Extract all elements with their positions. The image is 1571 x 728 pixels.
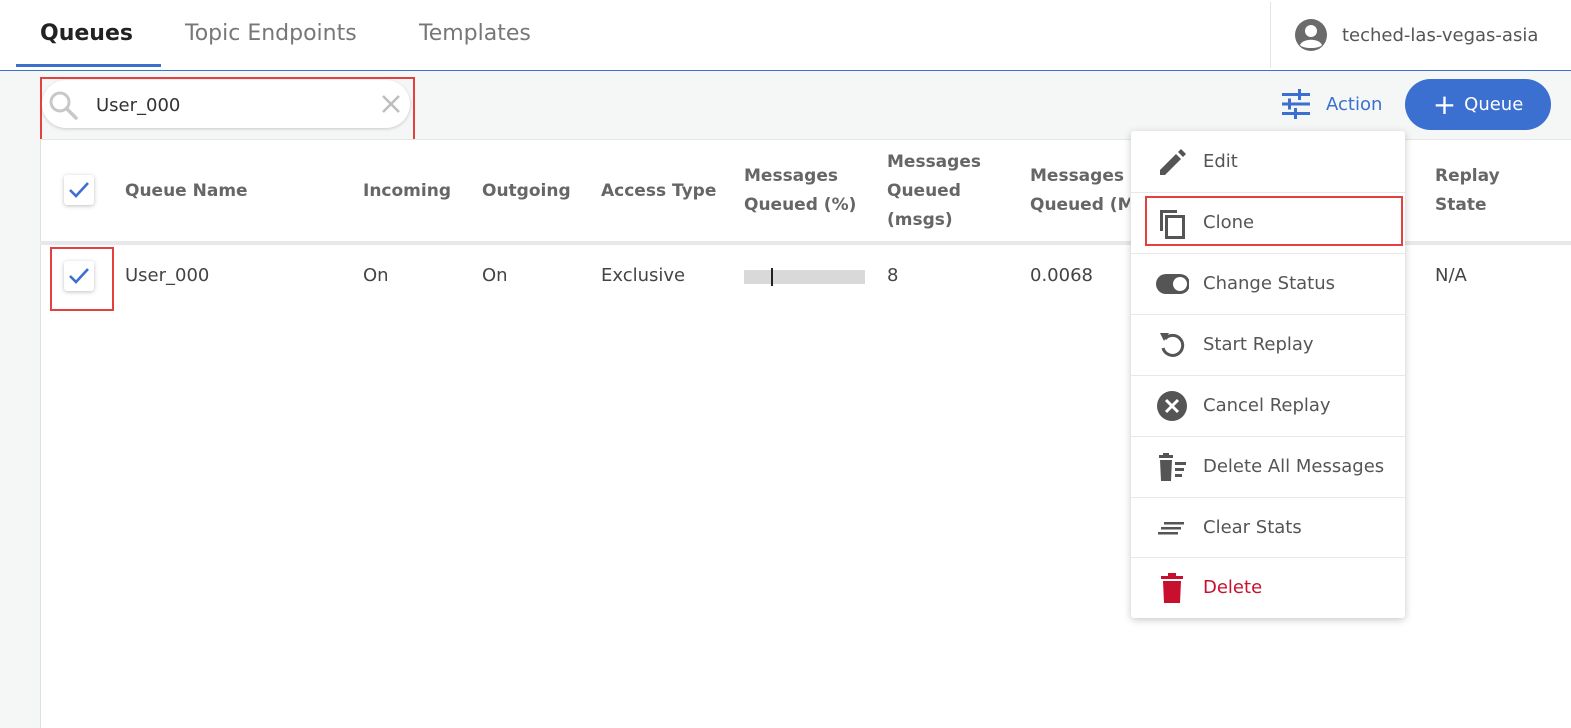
add-queue-label: Queue <box>1464 94 1524 115</box>
cell-messages-queued-mb: 0.0068 <box>1030 265 1093 286</box>
action-label: Action <box>1326 93 1383 115</box>
cell-queue-name[interactable]: User_000 <box>125 263 209 289</box>
tab-templates[interactable]: Templates <box>419 0 531 70</box>
clear-lines-icon <box>1158 522 1184 535</box>
delete-list-icon <box>1159 453 1186 481</box>
user-menu[interactable]: teched-las-vegas-asia <box>1294 17 1554 53</box>
active-tab-indicator <box>16 64 161 67</box>
menu-item-delete-all-messages[interactable]: Delete All Messages <box>1131 436 1405 497</box>
plus-icon: + <box>1432 87 1457 121</box>
menu-item-delete[interactable]: Delete <box>1131 557 1405 618</box>
trash-icon <box>1161 573 1183 603</box>
username-label: teched-las-vegas-asia <box>1342 24 1539 46</box>
menu-item-change-status[interactable]: Change Status <box>1131 253 1405 314</box>
header-divider <box>1270 2 1271 68</box>
menu-item-cancel-replay[interactable]: Cancel Replay <box>1131 375 1405 436</box>
account-icon <box>1295 19 1327 51</box>
menu-item-start-replay[interactable]: Start Replay <box>1131 314 1405 375</box>
add-queue-button[interactable]: + Queue <box>1405 79 1551 130</box>
menu-item-edit[interactable]: Edit <box>1131 131 1405 192</box>
column-header-incoming[interactable]: Incoming <box>363 177 451 206</box>
replay-icon <box>1160 333 1185 357</box>
cell-incoming: On <box>363 265 389 286</box>
action-button[interactable]: Action <box>1280 86 1382 122</box>
column-header-messages-queued-pct[interactable]: Messages Queued (%) <box>744 162 856 220</box>
cell-replay-state: N/A <box>1435 265 1467 286</box>
column-header-access-type[interactable]: Access Type <box>601 177 716 206</box>
column-header-queue-name[interactable]: Queue Name <box>125 177 248 206</box>
row-checkbox-highlight-outline <box>50 247 114 311</box>
tune-icon <box>1282 89 1310 119</box>
menu-item-clear-stats[interactable]: Clear Stats <box>1131 497 1405 558</box>
cell-access-type: Exclusive <box>601 265 686 286</box>
tab-queues[interactable]: Queues <box>40 0 133 70</box>
column-header-messages-queued-mb[interactable]: MessagesQueued (MB) <box>1030 162 1130 220</box>
messages-queued-progress-bar <box>744 270 865 284</box>
cell-outgoing: On <box>482 265 508 286</box>
column-header-replay-state[interactable]: Replay State <box>1435 162 1500 220</box>
search-highlight-outline <box>40 77 415 142</box>
toggle-icon <box>1156 274 1189 294</box>
cell-messages-queued-msgs: 8 <box>887 265 899 286</box>
messages-queued-progress-marker <box>771 268 773 286</box>
tab-topic-endpoints[interactable]: Topic Endpoints <box>185 0 357 70</box>
column-header-outgoing[interactable]: Outgoing <box>482 177 571 206</box>
select-all-checkbox[interactable] <box>64 175 94 205</box>
checkmark-icon <box>69 182 89 198</box>
top-nav-bar: Queues Topic Endpoints Templates teched-… <box>0 0 1571 71</box>
pencil-icon <box>1160 149 1186 175</box>
cancel-circle-icon <box>1157 391 1187 421</box>
clone-highlight-outline <box>1145 196 1403 246</box>
column-header-messages-queued-msgs[interactable]: Messages Queued (msgs) <box>887 148 981 235</box>
